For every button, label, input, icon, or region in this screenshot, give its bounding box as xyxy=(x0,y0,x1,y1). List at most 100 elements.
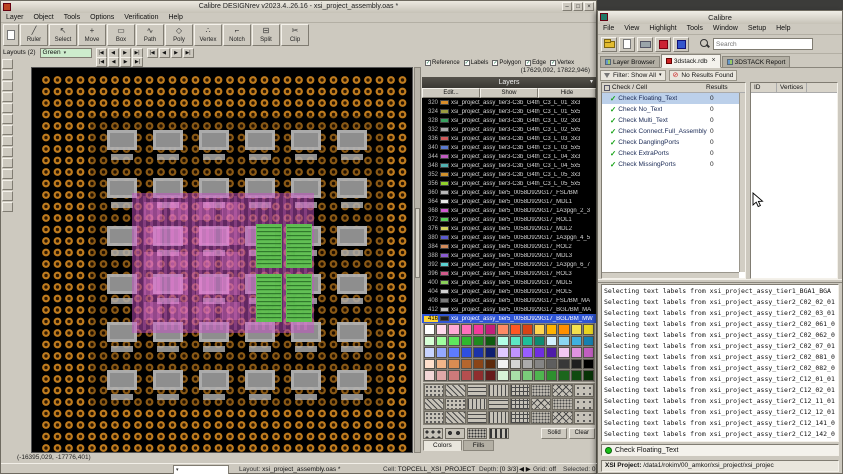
fill-clear-button[interactable]: Clear xyxy=(568,427,595,439)
fill-pattern-diag[interactable] xyxy=(445,384,466,397)
check-row[interactable]: ✓ Check Floating_Text 0 xyxy=(602,93,745,104)
layer-row[interactable]: 328 xsi_project_assy_tier3-C3b_G4th_C3_L_… xyxy=(422,116,596,125)
fill-pattern-sparse[interactable] xyxy=(573,397,594,411)
fill-solid-button[interactable]: Solid xyxy=(541,427,567,439)
panel-splitter[interactable] xyxy=(598,279,842,283)
scrollbar-thumb[interactable] xyxy=(415,208,420,278)
rve-titlebar[interactable]: Calibre xyxy=(598,11,842,24)
export-button[interactable] xyxy=(619,36,635,52)
menu-layer[interactable]: Layer xyxy=(1,13,29,23)
menu-file[interactable]: File xyxy=(598,24,619,34)
check-row[interactable]: ✓ Check Multi_Text 0 xyxy=(602,115,745,126)
menu-highlight[interactable]: Highlight xyxy=(644,24,681,34)
layer-row[interactable]: 392 xsi_project_assy_tier5_0058D929G17_1A… xyxy=(422,260,596,269)
palette-color[interactable] xyxy=(558,324,570,335)
fill-pattern-dense[interactable] xyxy=(552,397,573,411)
layer-row[interactable]: 384 xsi_project_assy_tier5_0058D929G17_RO… xyxy=(422,242,596,251)
viewopt-polygon[interactable]: ✓ Polygon xyxy=(492,59,521,66)
open-layout-button[interactable] xyxy=(3,24,19,46)
palette-color[interactable] xyxy=(533,347,546,358)
palette-color[interactable] xyxy=(533,324,546,335)
layout-select[interactable]: Green ▾ xyxy=(39,47,92,58)
palette-color[interactable] xyxy=(570,370,582,381)
tab-3dstack-report[interactable]: 3DSTACK Report xyxy=(721,56,791,68)
fill-pattern-pad[interactable] xyxy=(489,427,509,439)
palette-color[interactable] xyxy=(521,324,533,335)
fill-pattern-dots[interactable] xyxy=(424,411,445,424)
palette-color[interactable] xyxy=(558,370,570,381)
palette-color[interactable] xyxy=(436,335,448,347)
palette-color[interactable] xyxy=(521,358,533,370)
nav-button[interactable]: |◀ xyxy=(96,57,107,67)
menu-window[interactable]: Window xyxy=(708,24,743,34)
layer-row[interactable]: 408 xsi_project_assy_tier5_0058D929G17_FS… xyxy=(422,296,596,305)
layers-panel-header[interactable]: Layers ▾ xyxy=(422,77,596,88)
side-tool-button[interactable] xyxy=(2,147,13,157)
menu-verification[interactable]: Verification xyxy=(119,13,163,23)
menu-help[interactable]: Help xyxy=(163,13,187,23)
side-tool-button[interactable] xyxy=(2,81,13,91)
palette-color[interactable] xyxy=(472,324,485,335)
palette-color[interactable] xyxy=(497,335,509,347)
palette-color[interactable] xyxy=(460,370,472,381)
palette-color[interactable] xyxy=(558,358,570,370)
palette-color[interactable] xyxy=(424,358,436,370)
layout-canvas[interactable] xyxy=(31,67,413,453)
palette-color[interactable] xyxy=(582,347,594,358)
palette-color[interactable] xyxy=(448,335,460,347)
menu-help[interactable]: Help xyxy=(771,24,795,34)
palette-color[interactable] xyxy=(472,335,485,347)
tool-move-button[interactable]: + Move xyxy=(78,24,106,46)
palette-color[interactable] xyxy=(509,370,521,381)
tool-vertex-button[interactable]: ∴ Vertex xyxy=(194,24,222,46)
check-row[interactable]: ✓ Check Connect.Full_Assembly 0 xyxy=(602,126,745,137)
fill-pattern-via[interactable] xyxy=(423,427,443,439)
fill-pattern-cross[interactable] xyxy=(530,397,552,411)
menu-tools[interactable]: Tools xyxy=(682,24,708,34)
nav-button[interactable]: ◀ xyxy=(108,57,119,67)
status-depth-nav[interactable]: ◀ ▶ xyxy=(519,465,531,474)
palette-color[interactable] xyxy=(485,370,497,381)
minimize-button[interactable]: – xyxy=(562,2,572,11)
palette-color[interactable] xyxy=(509,335,521,347)
palette-color[interactable] xyxy=(424,347,436,358)
designrev-titlebar[interactable]: Calibre DESIGNrev v2023.4..26.16 - xsi_p… xyxy=(1,1,596,13)
tool-split-button[interactable]: ⊟ Split xyxy=(252,24,280,46)
palette-color[interactable] xyxy=(558,335,570,347)
nav-button[interactable]: ▶ xyxy=(120,57,131,67)
fill-pattern-diag[interactable] xyxy=(445,411,466,424)
side-tool-button[interactable] xyxy=(2,191,13,201)
side-tool-button[interactable] xyxy=(2,169,13,179)
fill-pattern-dense[interactable] xyxy=(530,411,552,424)
layer-row[interactable]: 324 xsi_project_assy_tier3-C3b_G4th_C3_L_… xyxy=(422,107,596,116)
fill-pattern-dots[interactable] xyxy=(424,384,445,397)
menu-view[interactable]: View xyxy=(619,24,644,34)
side-tool-button[interactable] xyxy=(2,125,13,135)
side-tool-button[interactable] xyxy=(2,136,13,146)
menu-setup[interactable]: Setup xyxy=(743,24,771,34)
palette-color[interactable] xyxy=(509,347,521,358)
fill-pattern-grid[interactable] xyxy=(509,397,530,411)
layer-row[interactable]: 364 xsi_project_assy_tier5_0058D929G17_MD… xyxy=(422,197,596,206)
palette-color[interactable] xyxy=(582,324,594,335)
tool-select-button[interactable]: ↖ Select xyxy=(49,24,77,46)
layer-row[interactable]: 404 xsi_project_assy_tier5_0058D929G17_RO… xyxy=(422,287,596,296)
palette-color[interactable] xyxy=(533,335,546,347)
layers-edit-button[interactable]: Edit... xyxy=(422,88,480,98)
side-tool-button[interactable] xyxy=(2,59,13,69)
layers-show-button[interactable]: Show xyxy=(480,88,538,98)
side-tool-button[interactable] xyxy=(2,180,13,190)
side-tool-button[interactable] xyxy=(2,158,13,168)
check-row[interactable]: ✓ Check MissingPorts 0 xyxy=(602,159,745,170)
palette-color[interactable] xyxy=(533,370,546,381)
palette-color[interactable] xyxy=(546,370,558,381)
column-vertices[interactable]: Vertices xyxy=(777,83,808,92)
layer-row[interactable]: 412 xsi_project_assy_tier5_0058D929G17_BG… xyxy=(422,305,596,314)
tool-poly-button[interactable]: ◇ Poly xyxy=(165,24,193,46)
side-tool-button[interactable] xyxy=(2,92,13,102)
tab-3dstack.rdb[interactable]: 3dstack.rdb × xyxy=(660,54,721,68)
layer-row[interactable]: 380 xsi_project_assy_tier5_0058D929G17_1A… xyxy=(422,233,596,242)
check-tree-header[interactable]: Check / Cell Results xyxy=(602,83,745,93)
check-row[interactable]: ✓ Check No_Text 0 xyxy=(602,104,745,115)
viewopt-vertex[interactable]: ✓ Vertex xyxy=(550,59,574,66)
